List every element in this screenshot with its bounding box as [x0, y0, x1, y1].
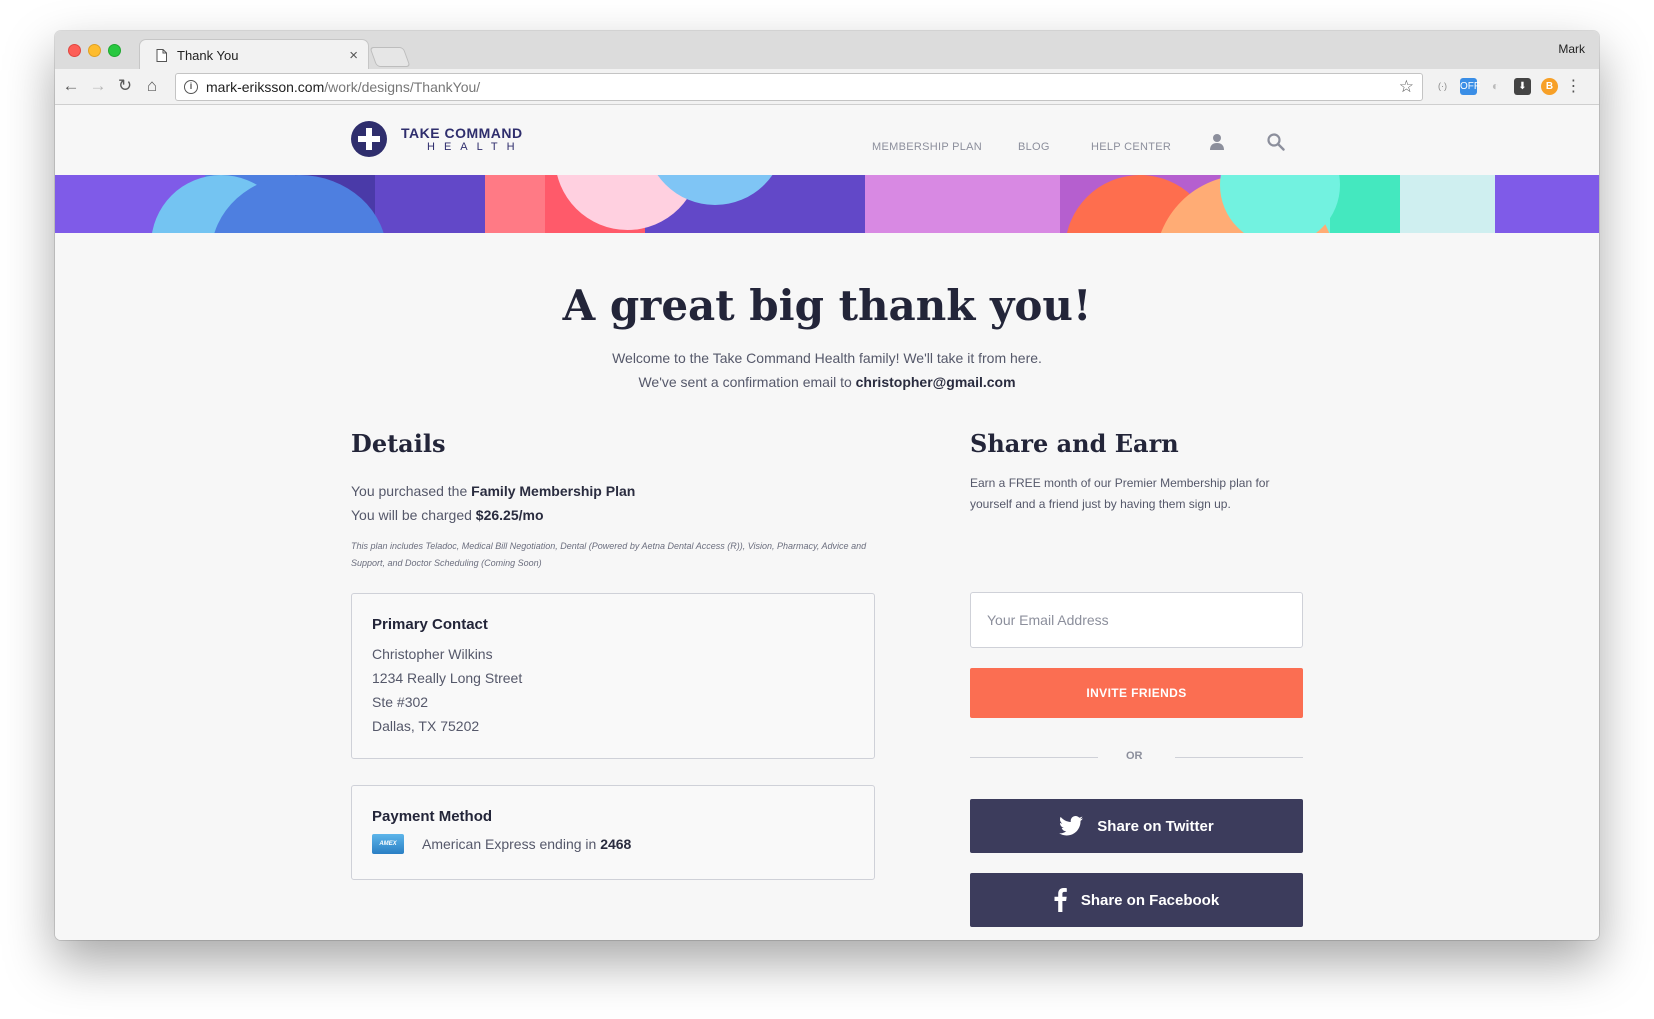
extension-leaf-icon[interactable]: ◐ — [1487, 78, 1504, 95]
share-description: Earn a FREE month of our Premier Members… — [970, 476, 1270, 511]
download-extension-icon[interactable]: ⬇ — [1514, 78, 1531, 95]
info-icon[interactable]: i — [184, 80, 198, 94]
menu-kebab-icon[interactable]: ⋮ — [1565, 78, 1582, 95]
extension-icon[interactable]: (·) — [1434, 78, 1451, 95]
decorative-banner — [55, 175, 1599, 233]
search-icon[interactable] — [1267, 133, 1285, 151]
logo-title[interactable]: TAKE COMMAND — [401, 125, 523, 141]
plan-name: Family Membership Plan — [471, 483, 636, 499]
address-bar[interactable]: i mark-eriksson.com/work/designs/ThankYo… — [175, 73, 1423, 101]
confirmation-text: We've sent a confirmation email to chris… — [638, 374, 1016, 390]
site-header: TAKE COMMAND HEALTH MEMBERSHIP PLAN BLOG… — [55, 105, 1599, 175]
or-label: OR — [1126, 750, 1143, 762]
contact-suite: Ste #302 — [372, 694, 429, 710]
share-facebook-label: Share on Facebook — [1080, 891, 1220, 909]
share-heading: Share and Earn — [970, 429, 1179, 458]
logo-icon[interactable] — [351, 121, 387, 157]
charge-line: You will be charged $26.25/mo — [351, 507, 544, 523]
purchase-line: You purchased the Family Membership Plan — [351, 483, 636, 499]
logo-subtitle: HEALTH — [427, 141, 524, 153]
share-twitter-label: Share on Twitter — [1097, 817, 1214, 835]
browser-tab[interactable]: Thank You × — [139, 39, 369, 71]
nav-help-center[interactable]: HELP CENTER — [1091, 141, 1171, 153]
contact-street: 1234 Really Long Street — [372, 670, 523, 686]
or-divider: OR — [970, 750, 1303, 764]
bookmark-star-icon[interactable]: ☆ — [1399, 77, 1414, 97]
contact-name: Christopher Wilkins — [372, 646, 493, 662]
payment-method-title: Payment Method — [372, 808, 493, 825]
close-window-button[interactable] — [68, 44, 81, 57]
confirmation-email: christopher@gmail.com — [855, 374, 1016, 390]
user-icon[interactable] — [1210, 133, 1224, 151]
page-title: A great big thank you! — [562, 281, 1092, 330]
amex-card-icon: AMEX — [372, 834, 404, 854]
share-facebook-button[interactable]: Share on Facebook — [970, 873, 1303, 927]
twitter-icon — [1059, 816, 1084, 836]
web-page: TAKE COMMAND HEALTH MEMBERSHIP PLAN BLOG… — [55, 105, 1599, 940]
browser-toolbar: ← → ↻ ⌂ i mark-eriksson.com/work/designs… — [55, 69, 1599, 105]
home-icon[interactable]: ⌂ — [142, 76, 162, 96]
forward-arrow-icon[interactable]: → — [88, 76, 108, 96]
welcome-text: Welcome to the Take Command Health famil… — [612, 350, 1042, 366]
invite-email-input[interactable] — [970, 592, 1303, 648]
extension-off-icon[interactable]: OFF — [1460, 78, 1480, 95]
contact-city: Dallas, TX 75202 — [372, 718, 480, 734]
facebook-icon — [1054, 888, 1067, 912]
plan-fineprint: This plan includes Teladoc, Medical Bill… — [351, 541, 867, 568]
back-arrow-icon[interactable]: ← — [61, 76, 81, 96]
tab-title: Thank You — [177, 48, 239, 63]
payment-card-line: American Express ending in 2468 — [422, 836, 632, 852]
profile-name[interactable]: Mark — [1558, 42, 1585, 56]
nav-membership-plan[interactable]: MEMBERSHIP PLAN — [872, 141, 982, 153]
title-bar: Thank You × Mark — [55, 31, 1599, 71]
payment-method-card: Payment Method AMEX American Express end… — [351, 785, 875, 880]
details-heading: Details — [351, 429, 446, 458]
card-last4: 2468 — [600, 836, 632, 852]
tab-close-icon[interactable]: × — [349, 47, 358, 64]
maximize-window-button[interactable] — [108, 44, 121, 57]
price: $26.25/mo — [475, 507, 544, 523]
new-tab-button[interactable] — [369, 47, 411, 67]
minimize-window-button[interactable] — [88, 44, 101, 57]
browser-window: Thank You × Mark ← → ↻ ⌂ i mark-eriksson… — [55, 31, 1599, 940]
primary-contact-card: Primary Contact Christopher Wilkins 1234… — [351, 593, 875, 759]
page-icon — [156, 49, 167, 62]
nav-blog[interactable]: BLOG — [1018, 141, 1050, 153]
invite-friends-button[interactable]: INVITE FRIENDS — [970, 668, 1303, 718]
primary-contact-title: Primary Contact — [372, 616, 488, 633]
bitcoin-extension-icon[interactable]: B — [1541, 78, 1558, 95]
url-text: mark-eriksson.com/work/designs/ThankYou/ — [206, 79, 481, 95]
reload-icon[interactable]: ↻ — [115, 76, 135, 96]
share-twitter-button[interactable]: Share on Twitter — [970, 799, 1303, 853]
